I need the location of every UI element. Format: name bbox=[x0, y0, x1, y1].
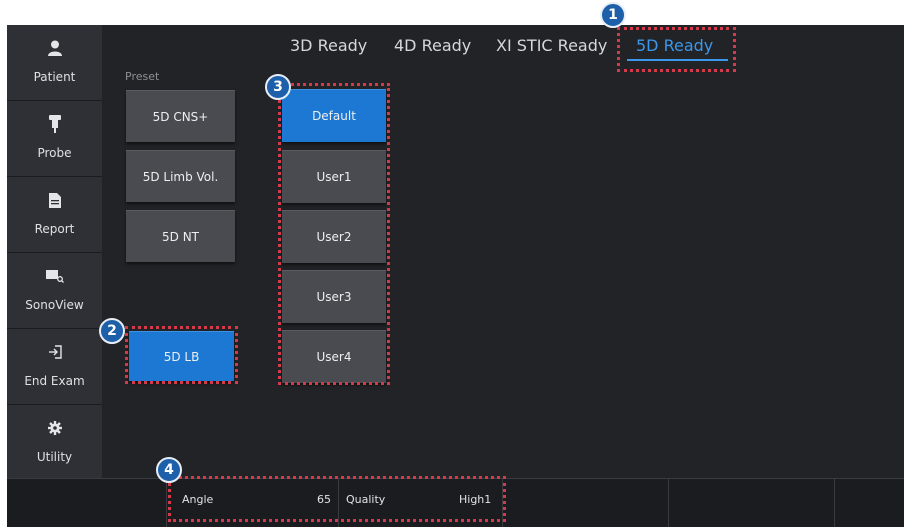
callout-badge-2: 2 bbox=[99, 318, 125, 344]
preset-5d-limb-vol-button[interactable]: 5D Limb Vol. bbox=[126, 150, 235, 202]
quality-value[interactable]: High1 bbox=[459, 493, 491, 506]
tab-4d-ready[interactable]: 4D Ready bbox=[394, 36, 471, 55]
bottom-divider bbox=[502, 479, 503, 527]
tab-3d-ready[interactable]: 3D Ready bbox=[290, 36, 367, 55]
sidebar-item-probe[interactable]: Probe bbox=[7, 101, 102, 177]
sidebar-item-sonoview[interactable]: SonoView bbox=[7, 253, 102, 329]
angle-value[interactable]: 65 bbox=[317, 493, 331, 506]
sidebar-item-label: Probe bbox=[37, 146, 72, 160]
bottom-divider bbox=[834, 479, 835, 527]
sidebar-item-utility[interactable]: Utility bbox=[7, 405, 102, 481]
exit-icon bbox=[7, 343, 102, 361]
user-preset-user2-button[interactable]: User2 bbox=[282, 210, 386, 263]
preset-5d-lb-button[interactable]: 5D LB bbox=[129, 331, 234, 381]
quality-label: Quality bbox=[346, 493, 386, 506]
person-icon bbox=[7, 39, 102, 57]
probe-icon bbox=[7, 115, 102, 133]
sidebar: Patient Probe Report SonoView End Exam U… bbox=[7, 25, 102, 478]
user-preset-default-button[interactable]: Default bbox=[282, 89, 386, 142]
bottom-divider bbox=[668, 479, 669, 527]
sidebar-item-label: Report bbox=[34, 222, 75, 236]
bottom-bar bbox=[7, 478, 904, 527]
sidebar-item-label: SonoView bbox=[25, 298, 84, 312]
user-preset-user1-button[interactable]: User1 bbox=[282, 150, 386, 203]
preset-5d-cns-button[interactable]: 5D CNS+ bbox=[126, 90, 235, 142]
active-tab-underline bbox=[627, 59, 728, 61]
image-search-icon bbox=[7, 267, 102, 285]
document-icon bbox=[7, 191, 102, 209]
tab-xi-stic-ready[interactable]: XI STIC Ready bbox=[496, 36, 607, 55]
user-preset-user3-button[interactable]: User3 bbox=[282, 270, 386, 323]
sidebar-item-label: Utility bbox=[36, 450, 73, 464]
gear-icon bbox=[7, 419, 102, 437]
callout-badge-4: 4 bbox=[156, 457, 182, 483]
bottom-divider bbox=[166, 479, 167, 527]
user-preset-user4-button[interactable]: User4 bbox=[282, 330, 386, 383]
tab-5d-ready[interactable]: 5D Ready bbox=[636, 36, 713, 55]
sidebar-item-report[interactable]: Report bbox=[7, 177, 102, 253]
callout-badge-3: 3 bbox=[265, 74, 291, 100]
bottom-divider bbox=[338, 479, 339, 527]
sidebar-item-end-exam[interactable]: End Exam bbox=[7, 329, 102, 405]
preset-5d-nt-button[interactable]: 5D NT bbox=[126, 210, 235, 262]
sidebar-item-label: Patient bbox=[33, 70, 76, 84]
preset-label: Preset bbox=[125, 70, 160, 83]
sidebar-item-patient[interactable]: Patient bbox=[7, 25, 102, 101]
sidebar-item-label: End Exam bbox=[24, 374, 85, 388]
angle-label: Angle bbox=[182, 493, 214, 506]
callout-badge-1: 1 bbox=[600, 2, 626, 28]
